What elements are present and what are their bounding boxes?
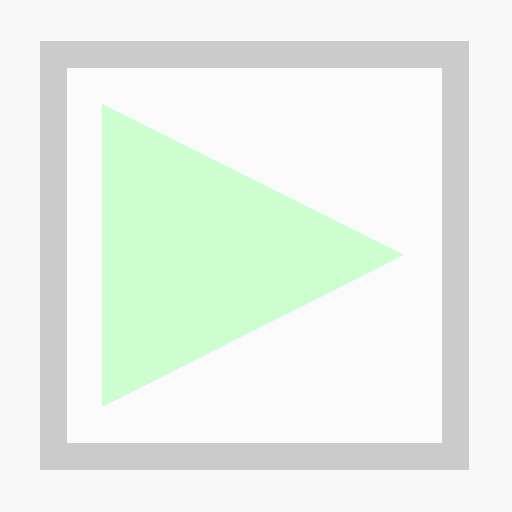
play-button[interactable] bbox=[40, 41, 469, 470]
icon-canvas bbox=[0, 0, 512, 512]
